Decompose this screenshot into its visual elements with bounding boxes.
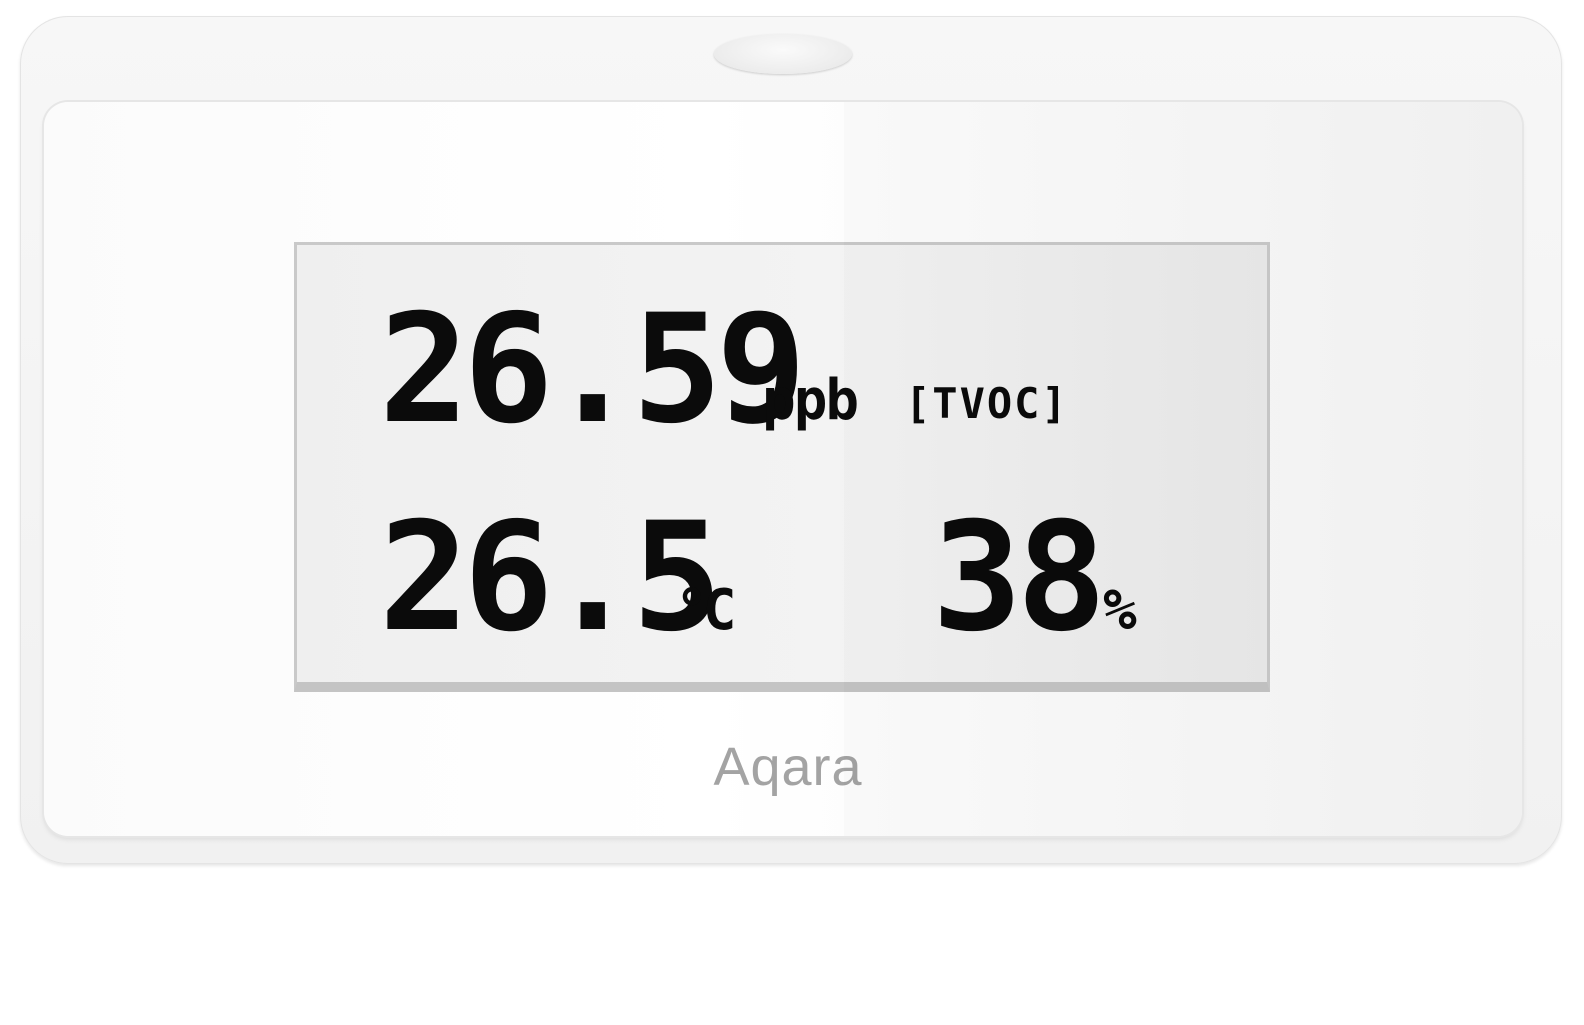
humidity-unit: % — [1103, 578, 1137, 643]
top-button[interactable] — [714, 34, 852, 74]
humidity-value: 38 — [932, 491, 1107, 665]
e-ink-screen: 26.59 ppb [TVOC] 26.5 °C 38 % — [294, 242, 1270, 692]
temperature-value: 26.5 — [379, 491, 722, 665]
tvoc-label: [TVOC] — [905, 379, 1069, 428]
aqara-logo: Aqara — [713, 737, 863, 797]
device-front-panel: 26.59 ppb [TVOC] 26.5 °C 38 % Aqara — [44, 102, 1522, 836]
tvoc-value: 26.59 — [379, 283, 807, 457]
air-quality-monitor-device: 26.59 ppb [TVOC] 26.5 °C 38 % Aqara — [20, 16, 1562, 864]
temperature-unit: °C — [675, 578, 736, 643]
tvoc-unit: ppb — [762, 368, 859, 433]
